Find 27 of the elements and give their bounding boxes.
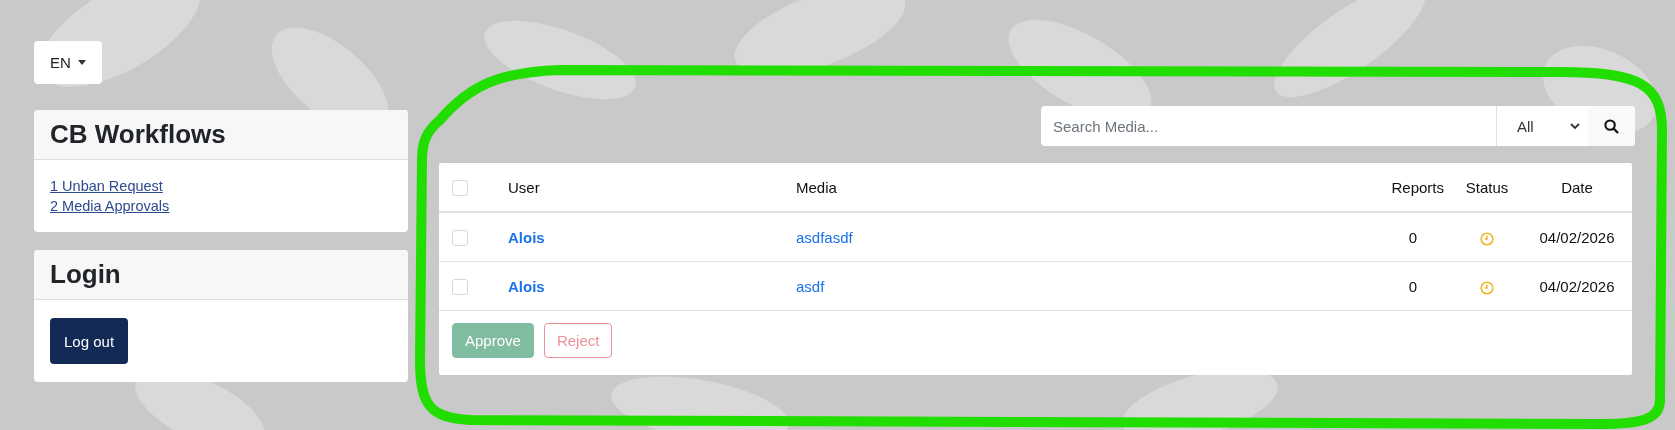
search-field[interactable]: Search Media... All [1041,106,1635,146]
user-link[interactable]: Alois [508,228,545,246]
language-dropdown[interactable]: EN [34,41,102,84]
card-title: Login [50,259,121,290]
column-header: User [508,178,540,196]
table-cell: 0 [1408,277,1417,295]
table-cell: 04/02/2026 [1539,228,1615,246]
column-header: Status [1465,178,1509,196]
column-header: Date [1561,178,1593,196]
column-header: Reports [1391,178,1444,196]
user-link[interactable]: Alois [508,277,545,295]
workflow-link[interactable]: 2 Media Approvals [50,198,170,214]
checkbox[interactable] [452,180,468,196]
logout-button[interactable]: Log out [50,318,129,364]
table-cell: 0 [1408,228,1417,246]
checkbox[interactable] [452,230,468,246]
table-cell: 04/02/2026 [1539,277,1615,295]
chevron-icon [1570,122,1580,130]
media-link[interactable]: asdf [796,277,825,295]
workflow-link[interactable]: 1 Unban Request [50,178,163,194]
search-button[interactable] [1588,106,1635,146]
card-title: CB Workflows [50,119,226,150]
checkbox[interactable] [452,279,468,295]
caret-icon [77,60,86,65]
column-header: Media [796,178,837,196]
search-icon [1604,118,1619,134]
media-link[interactable]: asdfasdf [796,228,853,246]
